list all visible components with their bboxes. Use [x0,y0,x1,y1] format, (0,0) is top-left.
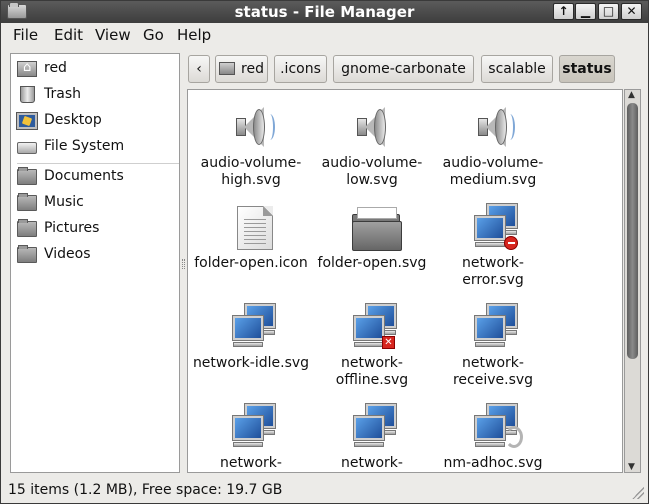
file-manager-window: status - File Manager ↑ ▁ □ ✕ File Edit … [0,0,649,504]
file-item[interactable]: network- [192,394,310,472]
sidebar-item-label: Trash [44,86,81,102]
file-name: folder-open.svg [317,255,427,271]
desktop-icon [16,112,38,130]
file-item[interactable]: audio-volume-low.svg [313,94,431,194]
file-name: network- [220,455,282,471]
sidebar-item-documents[interactable]: Documents [15,166,175,188]
sidebar-item-label: Desktop [44,112,102,128]
menu-file[interactable]: File [13,26,38,44]
file-name: audio-volume-high.svg [200,155,302,188]
file-icon-view[interactable]: audio-volume-high.svg audio-volume-low.s… [187,89,623,473]
sidebar-item-label: Videos [44,246,91,262]
menu-view[interactable]: View [95,26,131,44]
file-item[interactable]: audio-volume-high.svg [192,94,310,194]
open-folder-icon [352,204,402,252]
file-name: network-receive.svg [452,355,534,388]
home-folder-icon [219,62,236,75]
sidebar-item-label: Pictures [44,220,100,236]
file-name: folder-open.icon [194,255,308,271]
status-bar: 15 items (1.2 MB), Free space: 19.7 GB [1,479,648,503]
status-text: 15 items (1.2 MB), Free space: 19.7 GB [8,482,283,498]
file-item[interactable]: ✕ network-offline.svg [313,294,431,394]
scroll-down-arrow-icon[interactable]: ▼ [628,462,635,472]
minimize-button[interactable]: ▁ [575,3,596,20]
file-item[interactable]: audio-volume-medium.svg [434,94,552,194]
file-item[interactable]: network-error.svg [434,194,552,294]
file-item[interactable]: network-receive.svg [434,294,552,394]
network-offline-icon: ✕ [352,303,400,352]
file-item[interactable]: network-idle.svg [192,294,310,394]
sidebar-item-desktop[interactable]: Desktop [15,110,175,132]
speaker-icon [352,104,400,152]
title-bar[interactable]: status - File Manager ↑ ▁ □ ✕ [1,1,648,23]
menu-help[interactable]: Help [177,26,211,44]
trash-icon [20,86,35,103]
file-name: network-idle.svg [192,355,310,371]
file-name: audio-volume-low.svg [321,155,423,188]
file-name: network-error.svg [462,255,524,288]
menu-edit[interactable]: Edit [54,26,83,44]
resize-grip-icon[interactable] [632,487,644,499]
maximize-button[interactable]: □ [598,3,619,20]
path-segment-gnome-carbonate[interactable]: gnome-carbonate [333,55,474,83]
file-item[interactable]: folder-open.svg [313,194,431,294]
drive-icon [17,142,37,154]
file-item[interactable]: network- [313,394,431,472]
network-icon [473,303,521,352]
move-up-icon[interactable]: ↑ [553,3,574,20]
pane-splitter-handle[interactable] [182,259,185,269]
home-folder-icon [17,60,37,77]
sidebar-divider [17,163,179,164]
sidebar-item-videos[interactable]: Videos [15,244,175,266]
menu-go[interactable]: Go [143,26,164,44]
path-back-button[interactable]: ‹ [188,55,210,83]
close-button[interactable]: ✕ [621,3,642,20]
file-name: network- [341,455,403,471]
file-name: network-offline.svg [335,355,409,388]
folder-icon [17,193,37,211]
network-adhoc-icon [473,403,523,452]
sidebar-item-pictures[interactable]: Pictures [15,218,175,240]
folder-icon [17,245,37,263]
sidebar-item-trash[interactable]: Trash [15,84,175,106]
network-error-icon [473,203,521,252]
menu-bar: File Edit View Go Help [1,23,648,47]
sidebar-item-label: red [44,60,67,76]
speaker-icon [473,104,521,152]
file-name: nm-adhoc.svg [443,455,543,471]
path-segment-label: red [241,61,264,77]
path-segment-status[interactable]: status [559,55,615,83]
window-title: status - File Manager [234,3,415,21]
file-item[interactable]: nm-adhoc.svg [434,394,552,472]
path-segment-home[interactable]: red [215,55,268,83]
file-name: audio-volume-medium.svg [442,155,544,188]
network-icon [231,303,279,352]
folder-icon [17,167,37,185]
sidebar-item-music[interactable]: Music [15,192,175,214]
vertical-scrollbar[interactable]: ▲ ▼ [624,89,641,473]
path-segment-icons[interactable]: .icons [274,55,327,83]
scrollbar-thumb[interactable] [627,103,638,359]
folder-icon [17,219,37,237]
network-icon [231,403,279,452]
sidebar-item-home[interactable]: red [15,58,175,80]
sidebar-item-file-system[interactable]: File System [15,136,175,158]
file-item[interactable]: folder-open.icon [192,194,310,294]
speaker-icon [231,104,279,152]
network-icon [352,403,400,452]
text-document-icon [231,204,279,252]
sidebar-item-label: File System [44,138,125,154]
sidebar-item-label: Documents [44,168,124,184]
sidebar-item-label: Music [44,194,84,210]
path-segment-scalable[interactable]: scalable [481,55,553,83]
scroll-up-arrow-icon[interactable]: ▲ [628,90,635,100]
side-pane: red Trash Desktop File System Documents … [10,53,180,473]
